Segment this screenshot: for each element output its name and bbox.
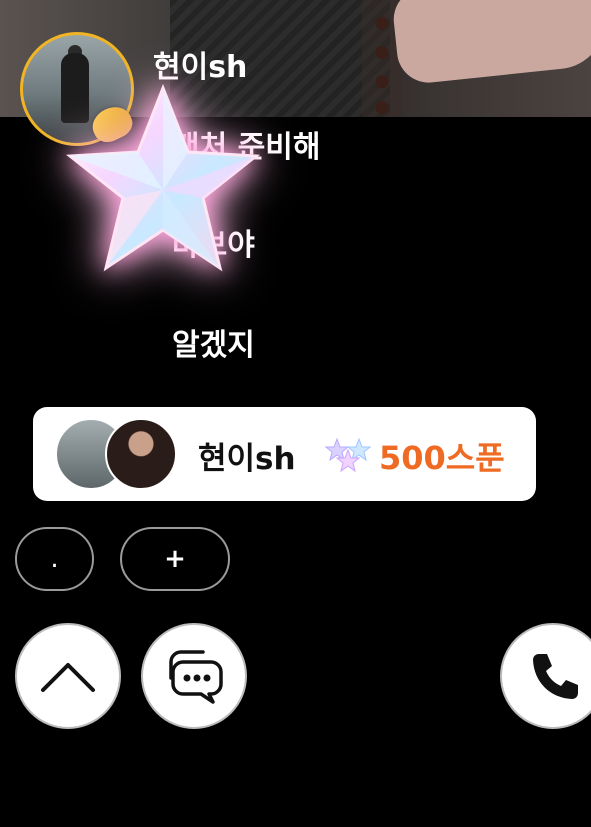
video-hand [390,0,591,86]
call-button[interactable] [500,623,591,729]
chat-button[interactable] [141,623,247,729]
dot-button-label: . [50,544,59,574]
gift-amount: 500스푼 [379,439,505,477]
chat-message: 알겠지 [172,328,255,363]
dot-button[interactable]: . [15,527,94,591]
add-button[interactable]: + [120,527,230,591]
chevron-up-icon [41,663,95,692]
star-icon [65,83,261,272]
gift-notification-card[interactable]: 현이sh 500스푼 [33,407,536,501]
receiver-avatar [105,418,177,490]
gift-sender-name: 현이sh [198,441,296,477]
phone-icon [533,654,578,699]
star-gift-animation [58,80,268,280]
chat-bubbles-icon [169,650,223,704]
add-button-label: + [164,544,186,574]
stars-icon [325,437,372,473]
scroll-up-button[interactable] [15,623,121,729]
